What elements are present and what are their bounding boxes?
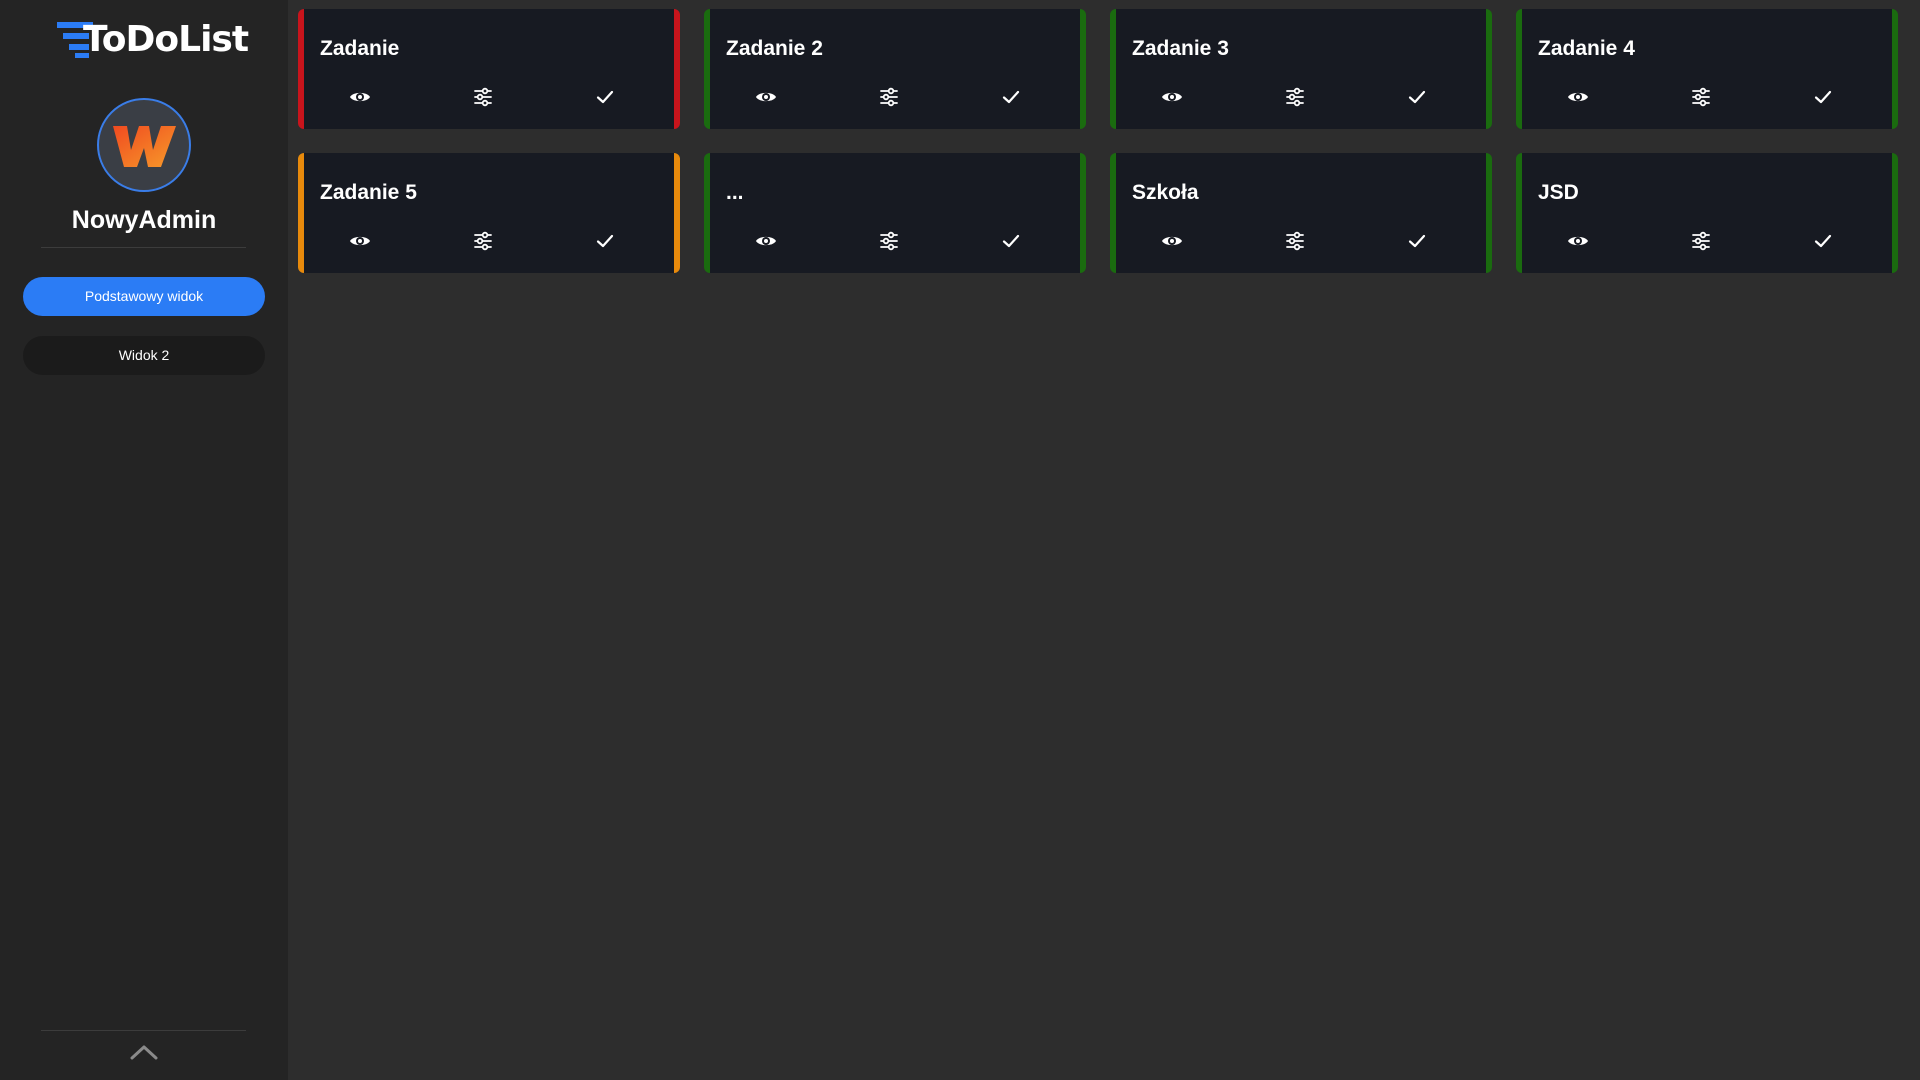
nav-button-basic-view[interactable]: Podstawowy widok: [23, 277, 265, 316]
task-title: JSD: [1538, 181, 1579, 204]
check-icon: [593, 229, 617, 253]
edit-task-button[interactable]: [877, 85, 901, 109]
chevron-up-icon[interactable]: [126, 1040, 162, 1064]
task-card[interactable]: Zadanie 3: [1110, 9, 1492, 129]
task-title: Zadanie: [320, 37, 400, 60]
task-title: Zadanie 2: [726, 37, 823, 60]
task-card[interactable]: Zadanie 4: [1516, 9, 1898, 129]
edit-task-button[interactable]: [1283, 229, 1307, 253]
check-icon: [1811, 85, 1835, 109]
view-task-button[interactable]: [1566, 229, 1590, 253]
task-card[interactable]: Szkoła: [1110, 153, 1492, 273]
sidebar: ToDoList NowyAdmin Podstawowy widok Wido…: [0, 0, 288, 1080]
eye-icon: [1160, 229, 1184, 253]
divider: [41, 1030, 246, 1031]
view-task-button[interactable]: [754, 85, 778, 109]
sliders-icon: [1283, 85, 1307, 109]
eye-icon: [754, 85, 778, 109]
task-card[interactable]: JSD: [1516, 153, 1898, 273]
view-task-button[interactable]: [1160, 85, 1184, 109]
task-actions: [1522, 231, 1892, 265]
task-title: Zadanie 3: [1132, 37, 1229, 60]
eye-icon: [754, 229, 778, 253]
task-actions: [304, 231, 674, 265]
edit-task-button[interactable]: [471, 85, 495, 109]
complete-task-button[interactable]: [1811, 229, 1835, 253]
task-card[interactable]: Zadanie: [298, 9, 680, 129]
task-actions: [1116, 231, 1486, 265]
username: NowyAdmin: [71, 206, 217, 234]
check-icon: [1405, 229, 1429, 253]
nav-button-view-2[interactable]: Widok 2: [23, 336, 265, 375]
complete-task-button[interactable]: [593, 85, 617, 109]
sliders-icon: [1283, 229, 1307, 253]
app-title: ToDoList: [83, 19, 249, 60]
eye-icon: [1566, 229, 1590, 253]
task-title: Zadanie 5: [320, 181, 417, 204]
edit-task-button[interactable]: [877, 229, 901, 253]
view-task-button[interactable]: [348, 85, 372, 109]
check-icon: [1811, 229, 1835, 253]
sliders-icon: [471, 229, 495, 253]
sliders-icon: [471, 85, 495, 109]
view-task-button[interactable]: [1160, 229, 1184, 253]
task-title: Zadanie 4: [1538, 37, 1635, 60]
task-actions: [304, 87, 674, 121]
task-card[interactable]: Zadanie 2: [704, 9, 1086, 129]
task-actions: [710, 231, 1080, 265]
check-icon: [593, 85, 617, 109]
sliders-icon: [877, 85, 901, 109]
edit-task-button[interactable]: [1689, 85, 1713, 109]
edit-task-button[interactable]: [1283, 85, 1307, 109]
divider: [41, 247, 246, 248]
edit-task-button[interactable]: [471, 229, 495, 253]
app-logo[interactable]: ToDoList: [56, 18, 256, 62]
task-title: ...: [726, 181, 744, 204]
view-task-button[interactable]: [1566, 85, 1590, 109]
sliders-icon: [1689, 229, 1713, 253]
task-actions: [1522, 87, 1892, 121]
task-card[interactable]: Zadanie 5: [298, 153, 680, 273]
eye-icon: [348, 85, 372, 109]
complete-task-button[interactable]: [593, 229, 617, 253]
complete-task-button[interactable]: [1405, 85, 1429, 109]
task-title: Szkoła: [1132, 181, 1199, 204]
task-actions: [710, 87, 1080, 121]
sliders-icon: [1689, 85, 1713, 109]
view-task-button[interactable]: [348, 229, 372, 253]
task-card[interactable]: ...: [704, 153, 1086, 273]
complete-task-button[interactable]: [1405, 229, 1429, 253]
complete-task-button[interactable]: [1811, 85, 1835, 109]
eye-icon: [1160, 85, 1184, 109]
check-icon: [999, 229, 1023, 253]
avatar-logo-icon: [113, 126, 176, 167]
eye-icon: [1566, 85, 1590, 109]
eye-icon: [348, 229, 372, 253]
avatar[interactable]: [97, 98, 191, 192]
task-actions: [1116, 87, 1486, 121]
complete-task-button[interactable]: [999, 229, 1023, 253]
check-icon: [999, 85, 1023, 109]
complete-task-button[interactable]: [999, 85, 1023, 109]
sliders-icon: [877, 229, 901, 253]
view-task-button[interactable]: [754, 229, 778, 253]
edit-task-button[interactable]: [1689, 229, 1713, 253]
check-icon: [1405, 85, 1429, 109]
